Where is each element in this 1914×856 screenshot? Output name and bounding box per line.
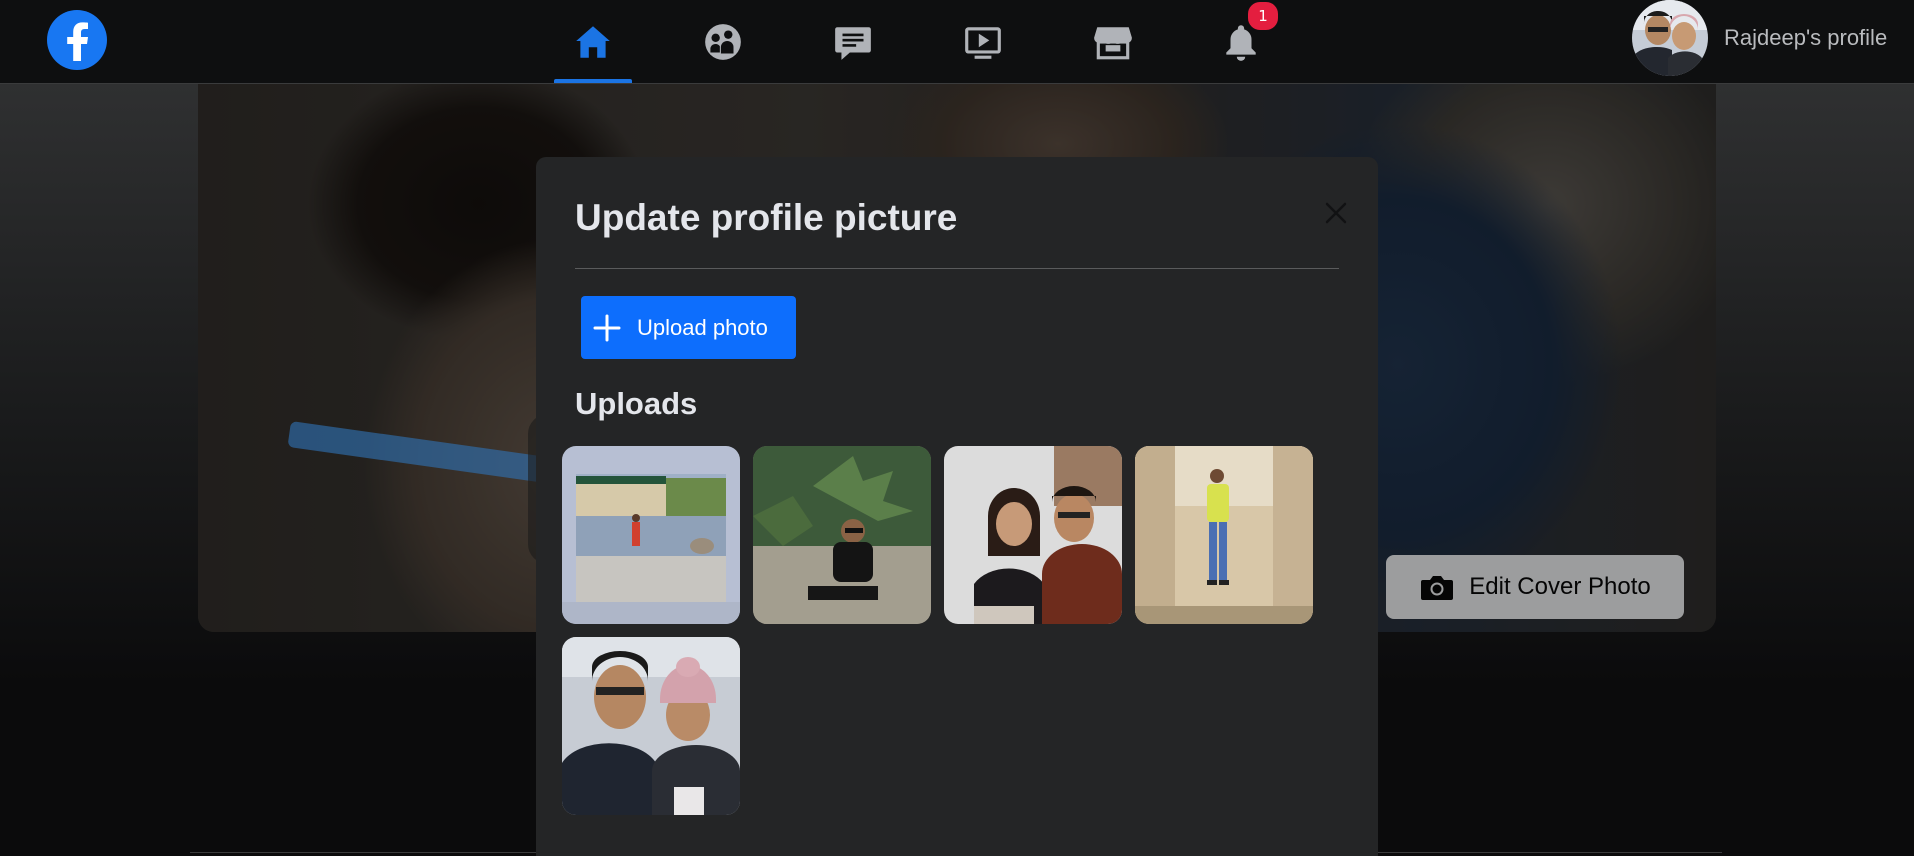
camera-icon bbox=[1421, 576, 1454, 600]
uploads-heading: Uploads bbox=[575, 386, 698, 421]
avatar bbox=[1632, 0, 1708, 76]
facebook-logo-icon[interactable] bbox=[46, 9, 108, 71]
dialog-divider bbox=[575, 268, 1339, 269]
nav-watch[interactable] bbox=[940, 0, 1026, 83]
plus-icon bbox=[593, 314, 621, 341]
close-icon bbox=[1325, 202, 1347, 224]
profile-name: Rajdeep's profile bbox=[1724, 25, 1888, 50]
upload-photo-5[interactable] bbox=[562, 637, 740, 815]
upload-photo-button[interactable]: Upload photo bbox=[581, 296, 796, 359]
nav-groups[interactable] bbox=[680, 0, 766, 83]
home-icon bbox=[576, 25, 610, 58]
update-profile-picture-dialog: Update profile picture Upload photo Uplo… bbox=[536, 157, 1378, 856]
photo-thumbnail-2 bbox=[753, 446, 931, 624]
upload-photo-3[interactable] bbox=[944, 446, 1122, 624]
photo-thumbnail-3 bbox=[944, 446, 1122, 624]
upload-photo-4[interactable] bbox=[1135, 446, 1313, 624]
close-button[interactable] bbox=[1318, 195, 1354, 231]
photo-thumbnail-5 bbox=[562, 637, 740, 815]
nav-home[interactable] bbox=[550, 0, 636, 83]
top-navbar: 1 Rajdeep's profile bbox=[0, 0, 1914, 84]
profile-link[interactable]: Rajdeep's profile bbox=[1632, 0, 1887, 76]
marketplace-icon bbox=[1094, 26, 1132, 59]
dialog-title: Update profile picture bbox=[575, 197, 958, 238]
upload-photo-label: Upload photo bbox=[637, 314, 768, 340]
photo-thumbnail-1 bbox=[562, 446, 740, 624]
upload-photo-1[interactable] bbox=[562, 446, 740, 624]
cover-photo-detail bbox=[287, 421, 549, 483]
photo-thumbnail-4 bbox=[1135, 446, 1313, 624]
edit-cover-photo-label: Edit Cover Photo bbox=[1469, 573, 1651, 600]
groups-icon bbox=[705, 23, 741, 60]
nav-messenger[interactable] bbox=[810, 0, 896, 83]
watch-icon bbox=[965, 26, 1001, 59]
nav-marketplace[interactable] bbox=[1070, 0, 1156, 83]
messenger-icon bbox=[835, 26, 871, 60]
nav-notifications[interactable]: 1 bbox=[1198, 0, 1284, 83]
edit-cover-photo-button[interactable]: Edit Cover Photo bbox=[1386, 555, 1684, 619]
upload-photo-2[interactable] bbox=[753, 446, 931, 624]
notification-badge: 1 bbox=[1246, 0, 1280, 32]
